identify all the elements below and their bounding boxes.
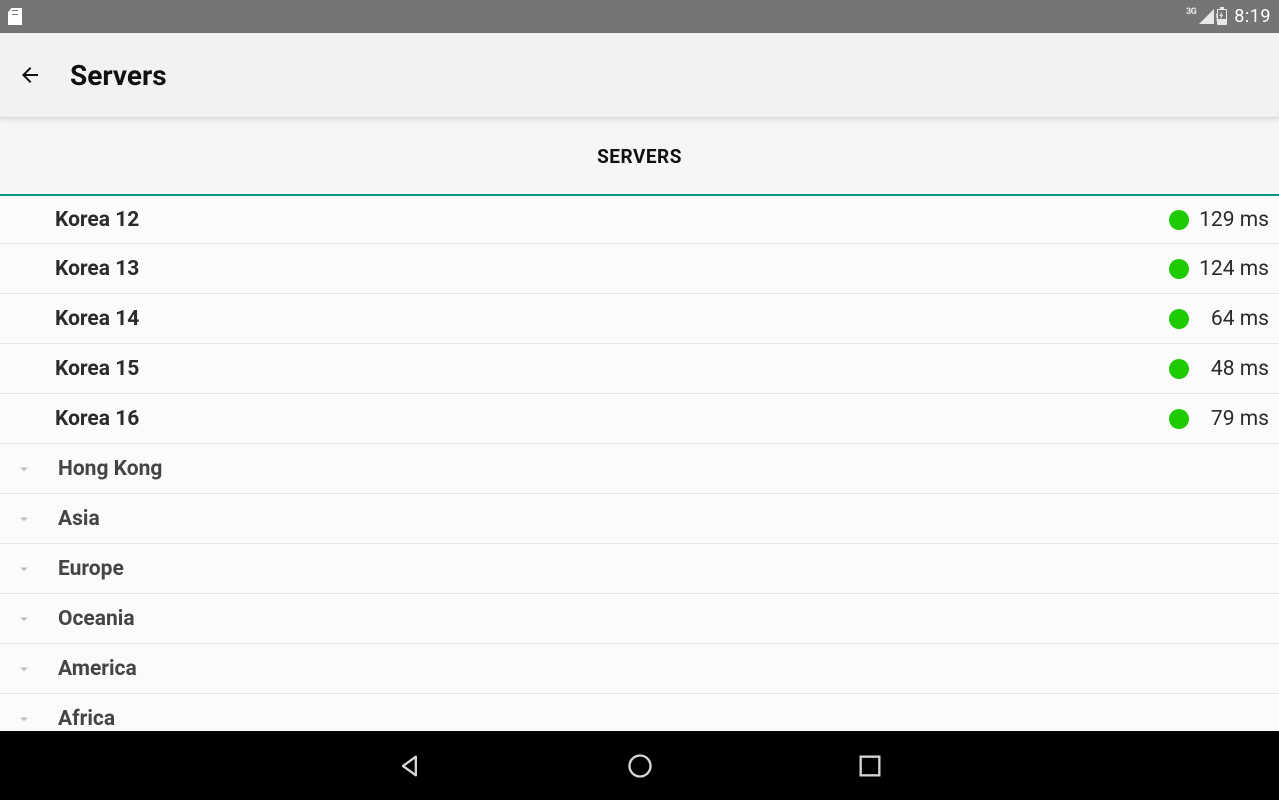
chevron-down-icon (14, 509, 34, 529)
server-name: Korea 13 (55, 257, 139, 281)
circle-home-icon (626, 752, 654, 780)
server-row[interactable]: Korea 15 48 ms (0, 344, 1279, 394)
chevron-down-icon (14, 609, 34, 629)
back-button[interactable] (18, 63, 42, 87)
device-frame: 3G 8:19 Servers SERVERS Korea 12 129 ms (0, 0, 1279, 800)
server-row[interactable]: Korea 13 124 ms (0, 244, 1279, 294)
sd-card-icon (8, 8, 22, 25)
region-name: Oceania (58, 607, 135, 631)
server-latency: 129 ms (1199, 208, 1269, 232)
tab-servers[interactable]: SERVERS (597, 145, 682, 168)
server-latency: 124 ms (1199, 257, 1269, 281)
status-dot-icon (1169, 359, 1189, 379)
arrow-left-icon (18, 62, 42, 88)
server-row[interactable]: Korea 12 129 ms (0, 196, 1279, 244)
chevron-down-icon (14, 709, 34, 729)
android-status-bar: 3G 8:19 (0, 0, 1279, 33)
android-nav-bar (0, 731, 1279, 800)
square-recent-icon (856, 752, 884, 780)
nav-recent-button[interactable] (855, 751, 885, 781)
server-list[interactable]: Korea 12 129 ms Korea 13 124 ms Korea 14… (0, 196, 1279, 731)
server-latency: 64 ms (1199, 307, 1269, 331)
cell-signal-icon (1199, 9, 1214, 24)
region-name: Hong Kong (58, 457, 162, 481)
region-row[interactable]: America (0, 644, 1279, 694)
network-type-label: 3G (1186, 8, 1196, 17)
status-clock: 8:19 (1234, 6, 1271, 27)
page-title: Servers (70, 59, 167, 92)
region-row[interactable]: Africa (0, 694, 1279, 731)
tab-bar: SERVERS (0, 118, 1279, 196)
region-name: America (58, 657, 137, 681)
battery-charging-icon (1217, 9, 1227, 25)
nav-home-button[interactable] (625, 751, 655, 781)
server-row[interactable]: Korea 14 64 ms (0, 294, 1279, 344)
region-row[interactable]: Asia (0, 494, 1279, 544)
status-dot-icon (1169, 409, 1189, 429)
server-latency: 48 ms (1199, 357, 1269, 381)
region-name: Europe (58, 557, 124, 581)
server-name: Korea 14 (55, 307, 139, 331)
server-row[interactable]: Korea 16 79 ms (0, 394, 1279, 444)
region-row[interactable]: Hong Kong (0, 444, 1279, 494)
status-dot-icon (1169, 309, 1189, 329)
server-name: Korea 12 (55, 208, 139, 232)
chevron-down-icon (14, 559, 34, 579)
chevron-down-icon (14, 659, 34, 679)
region-row[interactable]: Europe (0, 544, 1279, 594)
chevron-down-icon (14, 459, 34, 479)
region-row[interactable]: Oceania (0, 594, 1279, 644)
triangle-back-icon (396, 752, 424, 780)
app-bar: Servers (0, 33, 1279, 118)
server-latency: 79 ms (1199, 407, 1269, 431)
server-name: Korea 16 (55, 407, 139, 431)
nav-back-button[interactable] (395, 751, 425, 781)
region-name: Africa (58, 707, 115, 731)
region-name: Asia (58, 507, 100, 531)
status-dot-icon (1169, 259, 1189, 279)
status-dot-icon (1169, 210, 1189, 230)
server-name: Korea 15 (55, 357, 139, 381)
